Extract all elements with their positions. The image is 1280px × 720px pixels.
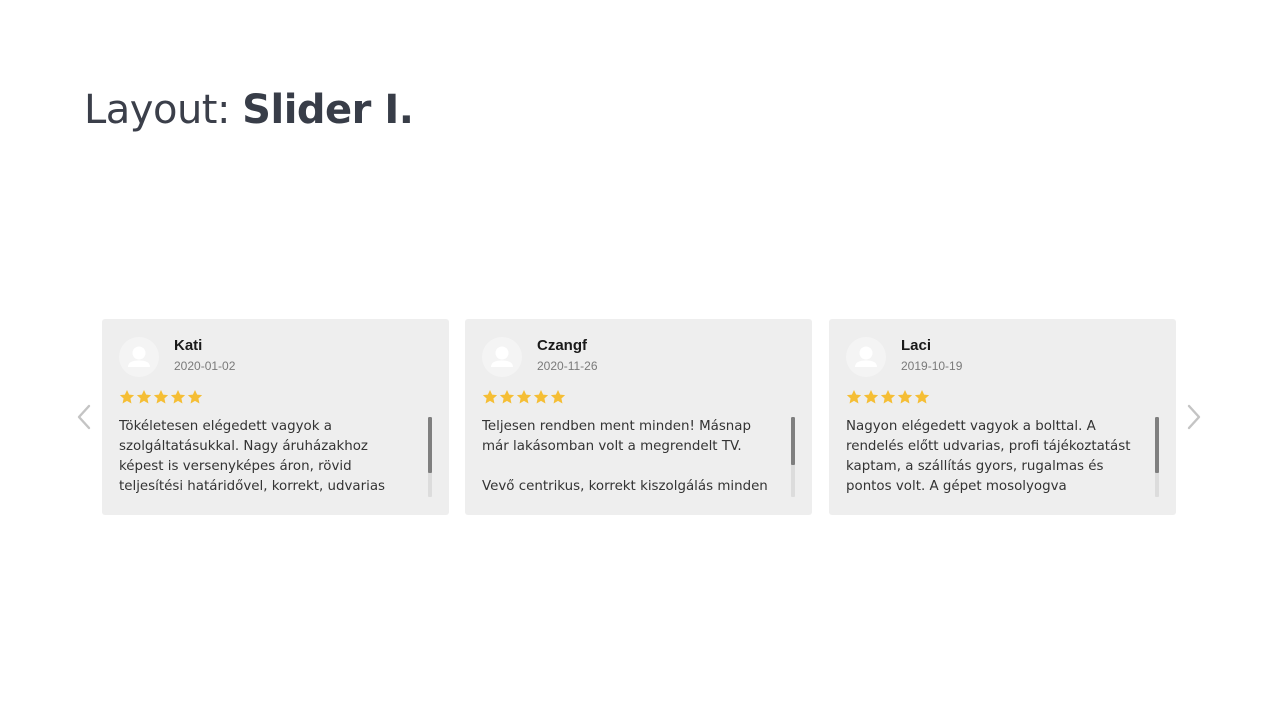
review-date: 2020-11-26: [537, 359, 598, 373]
star-icon: [897, 390, 913, 404]
slider-prev-button[interactable]: [66, 399, 102, 435]
chevron-right-icon: [1187, 404, 1201, 430]
avatar: [482, 337, 522, 377]
user-icon: [491, 346, 513, 367]
star-icon: [136, 390, 152, 404]
review-scrollbar[interactable]: [1155, 417, 1159, 497]
review-body[interactable]: Teljesen rendben ment minden! Másnap már…: [482, 417, 776, 497]
star-icon: [119, 390, 135, 404]
star-icon: [533, 390, 549, 404]
review-date: 2019-10-19: [901, 359, 963, 373]
star-icon: [550, 390, 566, 404]
scrollbar-thumb[interactable]: [428, 417, 432, 473]
star-icon: [187, 390, 203, 404]
reviewer-name: Kati: [174, 337, 203, 354]
review-text: Tökéletesen elégedett vagyok a szolgálta…: [119, 419, 386, 494]
chevron-left-icon: [77, 404, 91, 430]
reviewer-name: Laci: [901, 337, 932, 354]
star-icon: [516, 390, 532, 404]
review-scrollbar[interactable]: [791, 417, 795, 497]
avatar: [846, 337, 886, 377]
page-title-strong: Slider I.: [242, 87, 414, 133]
review-card: Kati 2020-01-02 Tökéletesen elégedett va…: [102, 319, 449, 515]
review-card: Laci 2019-10-19 Nagyon elégedett vagyok …: [829, 319, 1176, 515]
user-icon: [855, 346, 877, 367]
star-icon: [863, 390, 879, 404]
star-icon: [499, 390, 515, 404]
star-icon: [482, 390, 498, 404]
star-rating: [846, 389, 930, 407]
review-card: Czangf 2020-11-26 Teljesen rendben ment …: [465, 319, 812, 515]
scrollbar-thumb[interactable]: [1155, 417, 1159, 473]
slider-track: Kati 2020-01-02 Tökéletesen elégedett va…: [102, 319, 1176, 515]
star-icon: [153, 390, 169, 404]
slider-next-button[interactable]: [1176, 399, 1212, 435]
review-body[interactable]: Tökéletesen elégedett vagyok a szolgálta…: [119, 417, 413, 497]
review-text: Teljesen rendben ment minden! Másnap már…: [482, 419, 768, 494]
page-title: Layout: Slider I.: [84, 84, 414, 136]
avatar: [119, 337, 159, 377]
page-title-prefix: Layout:: [84, 87, 230, 133]
reviewer-name: Czangf: [537, 337, 587, 354]
review-date: 2020-01-02: [174, 359, 236, 373]
scrollbar-thumb[interactable]: [791, 417, 795, 465]
review-body[interactable]: Nagyon elégedett vagyok a bolttal. A ren…: [846, 417, 1140, 497]
star-rating: [482, 389, 566, 407]
star-icon: [170, 390, 186, 404]
star-rating: [119, 389, 203, 407]
review-slider: Kati 2020-01-02 Tökéletesen elégedett va…: [64, 319, 1214, 515]
user-icon: [128, 346, 150, 367]
star-icon: [914, 390, 930, 404]
star-icon: [846, 390, 862, 404]
page: Layout: Slider I. Kati 2020-01-02 Tökéle…: [0, 0, 1280, 720]
review-text: Nagyon elégedett vagyok a bolttal. A ren…: [846, 419, 1131, 494]
review-scrollbar[interactable]: [428, 417, 432, 497]
star-icon: [880, 390, 896, 404]
